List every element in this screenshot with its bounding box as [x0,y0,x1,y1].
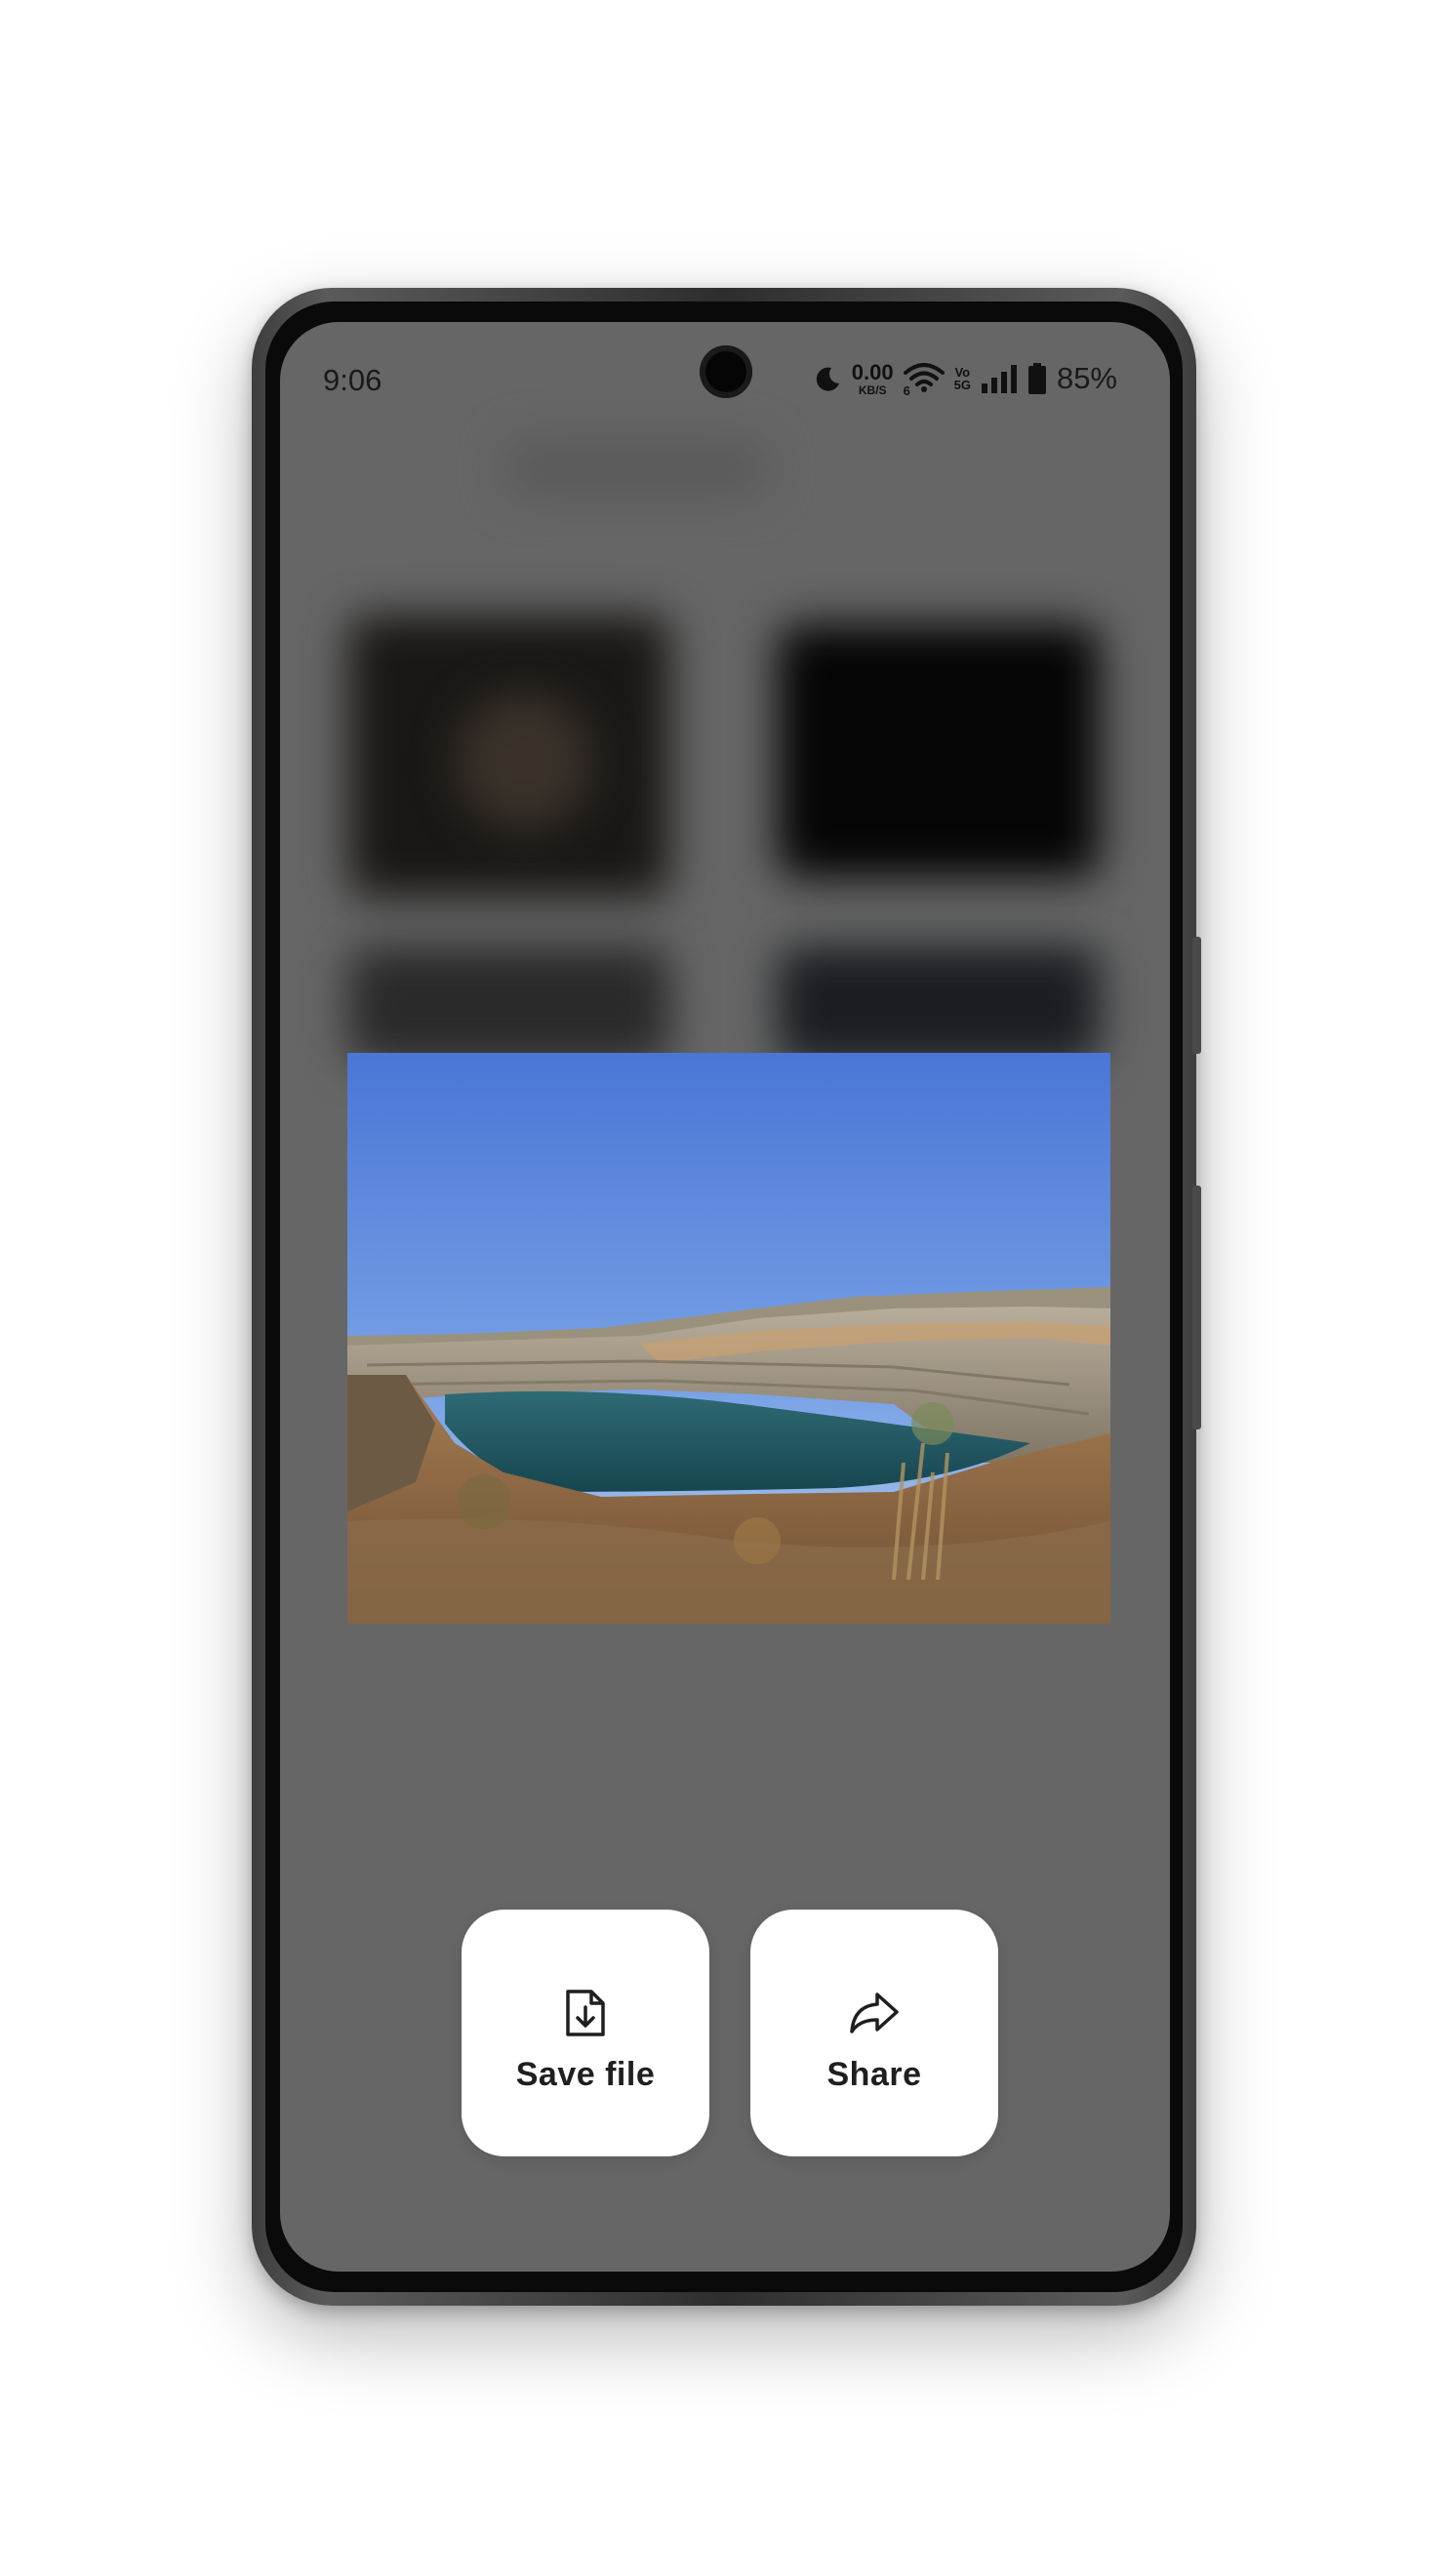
save-file-label: Save file [515,2056,656,2093]
volume-button [1192,937,1201,1054]
blurred-title [504,439,768,498]
front-camera [700,345,752,398]
share-button[interactable]: Share [750,1910,998,2156]
network-speed-value: 0.00 [851,359,894,384]
phone-screen: 9:06 0.00 KB/S 6 Vo 5G 85% Save file Sha… [280,322,1170,2272]
blurred-strip-right [778,946,1100,1064]
signal-bars-icon [981,364,1018,393]
save-file-button[interactable]: Save file [462,1910,709,2156]
landscape-photo [347,1053,1110,1624]
blurred-thumbnail-left-highlight [456,693,592,829]
share-label: Share [826,2056,922,2093]
blurred-thumbnail-right [778,624,1100,878]
status-time: 9:06 [323,363,382,397]
battery-icon [1027,363,1047,394]
wifi-generation-label: 6 [903,383,910,398]
blurred-strip-left [348,946,670,1064]
status-icons: 0.00 KB/S 6 Vo 5G 85% [813,359,1117,398]
photo-preview[interactable] [347,1053,1110,1624]
file-download-icon [558,1986,613,2040]
volte-bottom: 5G [953,378,971,392]
dnd-moon-icon [813,364,842,393]
status-bar: 9:06 0.00 KB/S 6 Vo 5G 85% [280,322,1170,420]
power-button [1192,1186,1201,1429]
volte-indicator: Vo 5G [954,366,971,391]
stage: 9:06 0.00 KB/S 6 Vo 5G 85% Save file Sha… [0,0,1449,2576]
network-speed-unit: KB/S [858,382,887,397]
network-speed: 0.00 KB/S [851,359,894,397]
wifi-icon: 6 [903,363,945,398]
share-arrow-icon [847,1986,902,2040]
battery-percent: 85% [1056,361,1117,395]
